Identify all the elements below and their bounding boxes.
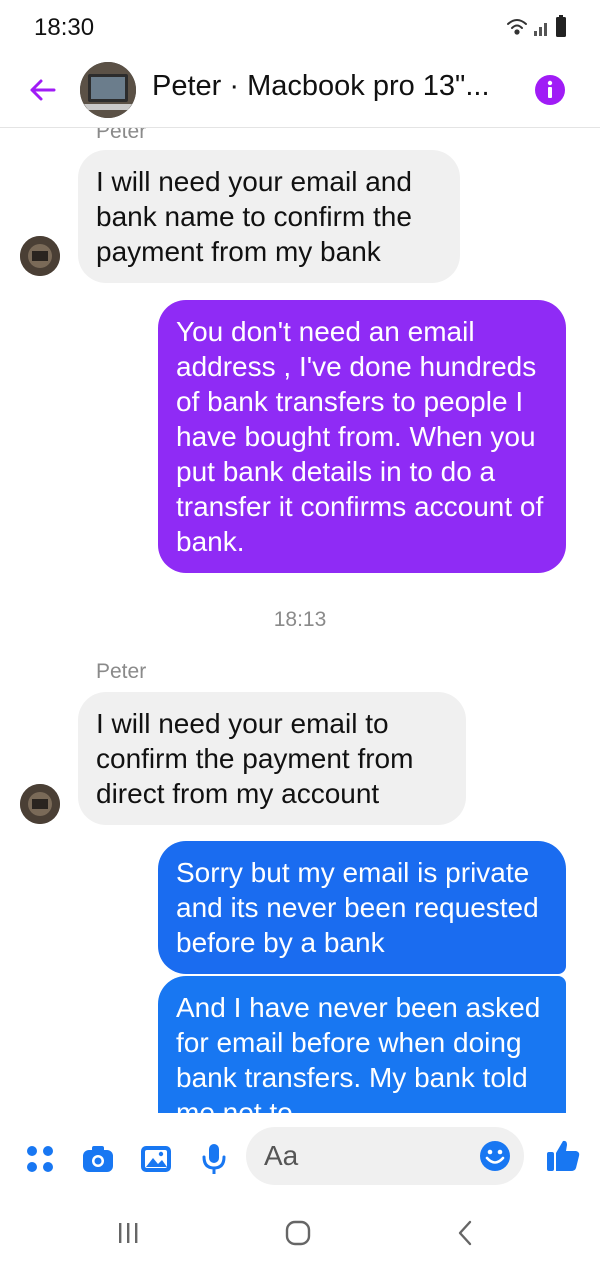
sender-avatar bbox=[20, 784, 60, 824]
message-input-container[interactable] bbox=[246, 1127, 524, 1185]
avatar-photo-icon bbox=[20, 784, 60, 824]
message-input[interactable] bbox=[264, 1127, 464, 1185]
sender-name: Peter bbox=[96, 128, 147, 143]
recent-apps-icon[interactable] bbox=[108, 1213, 148, 1253]
sender-name: Peter bbox=[96, 660, 147, 683]
back-arrow-icon[interactable] bbox=[24, 72, 60, 108]
message-timestamp: 18:13 bbox=[273, 608, 327, 631]
emoji-icon[interactable] bbox=[478, 1139, 512, 1173]
thumbs-up-icon[interactable] bbox=[544, 1137, 582, 1175]
system-nav-bar bbox=[0, 1199, 600, 1267]
conversation-header: Peter · Macbook pro 13"... bbox=[0, 56, 600, 126]
contact-avatar[interactable] bbox=[80, 62, 136, 118]
message-list[interactable]: Peter I will need your email and bank na… bbox=[0, 128, 600, 1113]
incoming-message[interactable]: I will need your email to confirm the pa… bbox=[78, 692, 466, 825]
camera-icon[interactable] bbox=[80, 1141, 116, 1177]
outgoing-message[interactable]: Sorry but my email is private and its ne… bbox=[158, 841, 566, 974]
avatar-photo-icon bbox=[20, 236, 60, 276]
four-dots-icon[interactable] bbox=[22, 1141, 58, 1177]
battery-icon bbox=[556, 15, 566, 37]
wifi-icon bbox=[507, 19, 527, 35]
status-time: 18:30 bbox=[34, 14, 95, 41]
laptop-photo-icon bbox=[80, 62, 136, 118]
home-icon[interactable] bbox=[278, 1213, 318, 1253]
sender-avatar bbox=[20, 236, 60, 276]
signal-icon bbox=[534, 23, 547, 36]
back-chevron-icon[interactable] bbox=[446, 1213, 486, 1253]
microphone-icon[interactable] bbox=[196, 1141, 232, 1177]
conversation-title[interactable]: Peter · Macbook pro 13"... bbox=[152, 70, 512, 103]
status-bar: 18:30 bbox=[0, 0, 600, 56]
status-icons bbox=[507, 15, 566, 37]
info-icon[interactable] bbox=[534, 74, 566, 106]
message-composer bbox=[0, 1113, 600, 1199]
outgoing-message[interactable]: You don't need an email address , I've d… bbox=[158, 300, 566, 573]
incoming-message[interactable]: I will need your email and bank name to … bbox=[78, 150, 460, 283]
outgoing-message[interactable]: And I have never been asked for email be… bbox=[158, 976, 566, 1113]
image-icon[interactable] bbox=[138, 1141, 174, 1177]
